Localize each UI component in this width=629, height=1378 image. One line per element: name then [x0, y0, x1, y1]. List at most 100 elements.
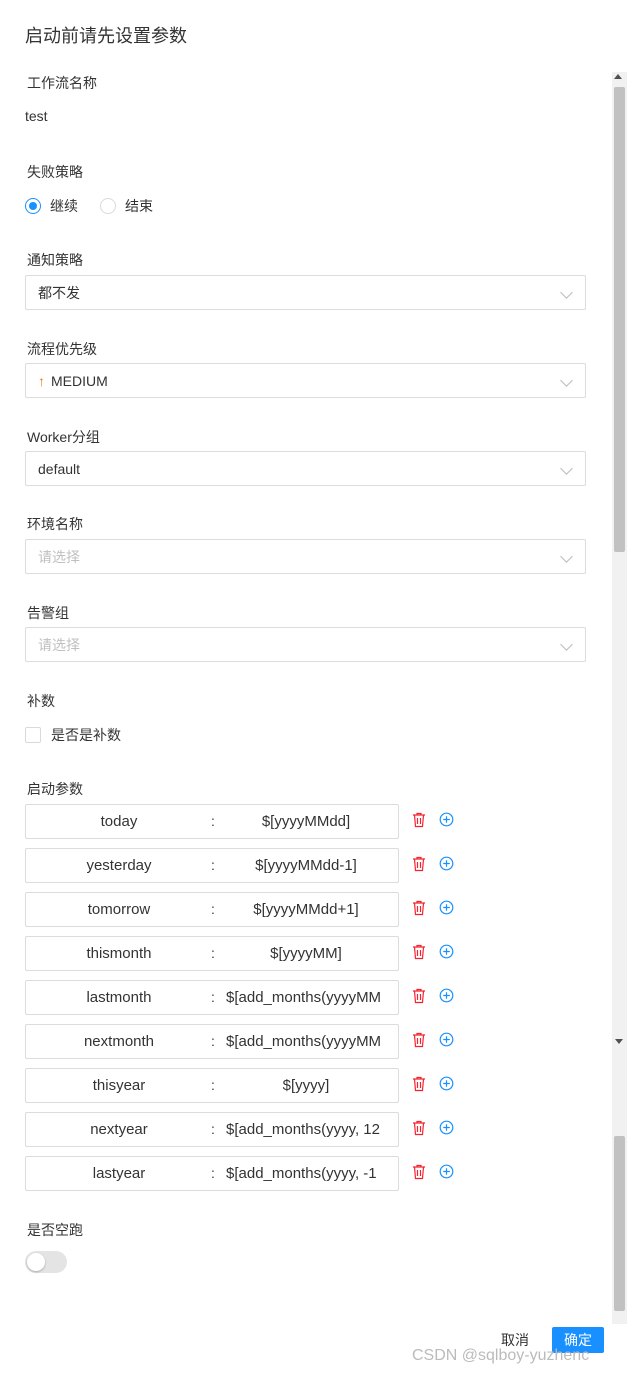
priority-value: MEDIUM — [51, 372, 108, 389]
chevron-down-icon — [560, 550, 573, 563]
radio-end-label: 结束 — [125, 198, 153, 214]
environment-placeholder: 请选择 — [38, 548, 80, 565]
environment-label: 环境名称 — [27, 516, 83, 532]
param-separator: : — [211, 857, 215, 873]
dry-run-label: 是否空跑 — [27, 1222, 83, 1238]
chevron-down-icon — [560, 462, 573, 475]
param-separator: : — [211, 945, 215, 961]
param-key-input[interactable]: lastmonth — [26, 981, 212, 1014]
param-row: yesterday : $[yyyyMMdd-1] — [25, 848, 465, 883]
param-box: yesterday : $[yyyyMMdd-1] — [25, 848, 399, 883]
param-separator: : — [211, 901, 215, 917]
trash-icon[interactable] — [412, 1032, 426, 1048]
plus-circle-icon[interactable] — [439, 900, 454, 915]
trash-icon[interactable] — [412, 944, 426, 960]
param-row: thismonth : $[yyyyMM] — [25, 936, 465, 971]
alert-group-select[interactable]: 请选择 — [25, 627, 586, 662]
param-row: nextmonth : $[add_months(yyyyMM — [25, 1024, 465, 1059]
plus-circle-icon[interactable] — [439, 856, 454, 871]
toggle-knob — [27, 1253, 45, 1271]
worker-group-value: default — [38, 460, 81, 477]
param-box: nextmonth : $[add_months(yyyyMM — [25, 1024, 399, 1059]
param-key-input[interactable]: yesterday — [26, 849, 212, 882]
notify-strategy-select[interactable]: 都不发 — [25, 275, 586, 310]
param-row: tomorrow : $[yyyyMMdd+1] — [25, 892, 465, 927]
environment-select[interactable]: 请选择 — [25, 539, 586, 574]
trash-icon[interactable] — [412, 900, 426, 916]
param-separator: : — [211, 813, 215, 829]
scroll-up-arrow-icon[interactable] — [614, 74, 622, 79]
alert-group-label: 告警组 — [27, 605, 69, 621]
complement-label: 补数 — [27, 693, 55, 709]
worker-group-select[interactable]: default — [25, 451, 586, 486]
radio-end[interactable]: 结束 — [100, 196, 153, 216]
trash-icon[interactable] — [412, 1164, 426, 1180]
radio-continue[interactable]: 继续 — [25, 196, 78, 216]
param-value-input[interactable]: $[yyyyMMdd-1] — [224, 849, 388, 882]
notify-strategy-label: 通知策略 — [27, 252, 83, 268]
param-key-input[interactable]: nextyear — [26, 1113, 212, 1146]
param-key-input[interactable]: today — [26, 805, 212, 838]
radio-continue-label: 继续 — [50, 198, 78, 214]
param-row: nextyear : $[add_months(yyyy, 12 — [25, 1112, 465, 1147]
param-box: thisyear : $[yyyy] — [25, 1068, 399, 1103]
priority-select[interactable]: ↑ MEDIUM — [25, 363, 586, 398]
param-key-input[interactable]: thisyear — [26, 1069, 212, 1102]
plus-circle-icon[interactable] — [439, 1032, 454, 1047]
param-separator: : — [211, 1165, 215, 1181]
param-separator: : — [211, 1033, 215, 1049]
notify-strategy-value: 都不发 — [38, 284, 80, 301]
scrollbar-thumb-lower[interactable] — [614, 1136, 625, 1311]
param-value-input[interactable]: $[add_months(yyyy, -1 — [224, 1157, 388, 1190]
radio-end-dot[interactable] — [100, 198, 116, 214]
plus-circle-icon[interactable] — [439, 812, 454, 827]
plus-circle-icon[interactable] — [439, 944, 454, 959]
param-value-input[interactable]: $[add_months(yyyyMM — [224, 981, 388, 1014]
param-value-input[interactable]: $[yyyy] — [224, 1069, 388, 1102]
param-value-input[interactable]: $[add_months(yyyy, 12 — [224, 1113, 388, 1146]
complement-checkbox[interactable] — [25, 727, 41, 743]
dry-run-toggle[interactable] — [25, 1251, 67, 1273]
param-row: lastyear : $[add_months(yyyy, -1 — [25, 1156, 465, 1191]
plus-circle-icon[interactable] — [439, 988, 454, 1003]
param-row: lastmonth : $[add_months(yyyyMM — [25, 980, 465, 1015]
chevron-down-icon — [560, 374, 573, 387]
param-key-input[interactable]: nextmonth — [26, 1025, 212, 1058]
trash-icon[interactable] — [412, 1120, 426, 1136]
failure-strategy-radio-group: 继续 结束 — [25, 196, 175, 216]
scrollbar-thumb[interactable] — [614, 87, 625, 552]
param-box: lastyear : $[add_months(yyyy, -1 — [25, 1156, 399, 1191]
param-separator: : — [211, 989, 215, 1005]
param-key-input[interactable]: thismonth — [26, 937, 212, 970]
param-value-input[interactable]: $[yyyyMMdd] — [224, 805, 388, 838]
chevron-down-icon — [560, 286, 573, 299]
param-row: today : $[yyyyMMdd] — [25, 804, 465, 839]
dialog-title: 启动前请先设置参数 — [25, 26, 187, 46]
plus-circle-icon[interactable] — [439, 1164, 454, 1179]
failure-strategy-label: 失败策略 — [27, 164, 83, 180]
plus-circle-icon[interactable] — [439, 1076, 454, 1091]
param-value-input[interactable]: $[add_months(yyyyMM — [224, 1025, 388, 1058]
trash-icon[interactable] — [412, 856, 426, 872]
param-box: tomorrow : $[yyyyMMdd+1] — [25, 892, 399, 927]
trash-icon[interactable] — [412, 1076, 426, 1092]
param-value-input[interactable]: $[yyyyMM] — [224, 937, 388, 970]
complement-checkbox-row[interactable]: 是否是补数 — [25, 725, 121, 745]
scroll-down-arrow-icon[interactable] — [615, 1039, 623, 1044]
arrow-up-icon: ↑ — [38, 372, 45, 389]
param-box: today : $[yyyyMMdd] — [25, 804, 399, 839]
param-key-input[interactable]: tomorrow — [26, 893, 212, 926]
chevron-down-icon — [560, 638, 573, 651]
trash-icon[interactable] — [412, 812, 426, 828]
workflow-name-label: 工作流名称 — [27, 75, 97, 91]
param-box: nextyear : $[add_months(yyyy, 12 — [25, 1112, 399, 1147]
radio-continue-dot[interactable] — [25, 198, 41, 214]
param-key-input[interactable]: lastyear — [26, 1157, 212, 1190]
startup-params-label: 启动参数 — [27, 781, 83, 797]
plus-circle-icon[interactable] — [439, 1120, 454, 1135]
watermark: CSDN @sqlboy-yuzhenc — [412, 1347, 590, 1364]
param-value-input[interactable]: $[yyyyMMdd+1] — [224, 893, 388, 926]
alert-group-placeholder: 请选择 — [38, 636, 80, 653]
trash-icon[interactable] — [412, 988, 426, 1004]
param-box: lastmonth : $[add_months(yyyyMM — [25, 980, 399, 1015]
